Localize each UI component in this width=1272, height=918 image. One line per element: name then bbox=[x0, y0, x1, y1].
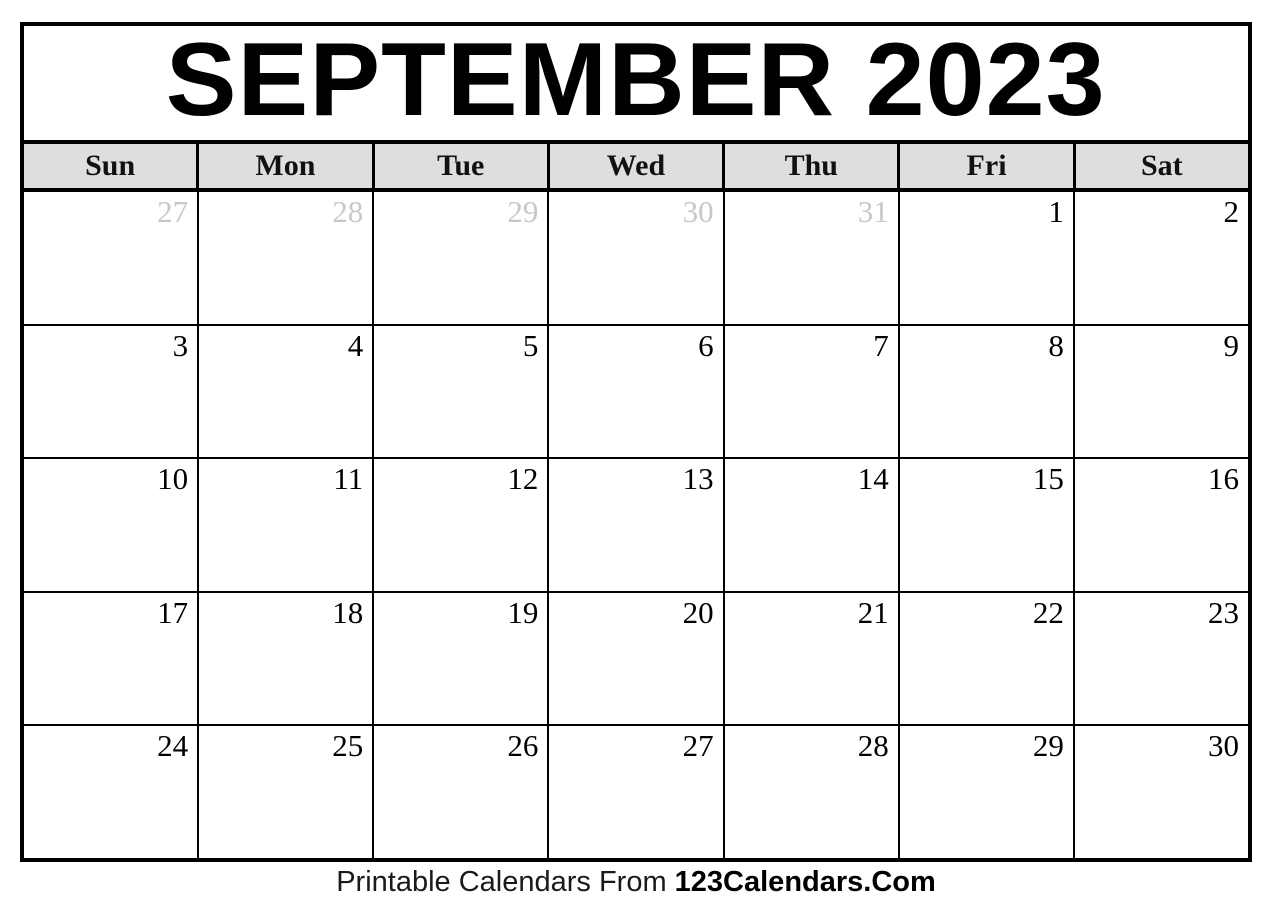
day-number: 28 bbox=[857, 728, 889, 764]
day-cell[interactable]: 25 bbox=[199, 726, 375, 858]
day-cell[interactable]: 4 bbox=[199, 325, 375, 458]
day-number: 4 bbox=[347, 327, 364, 363]
day-number: 31 bbox=[857, 194, 889, 229]
calendar-page: SEPTEMBER 2023 Sun Mon Tue Wed Thu Fri S… bbox=[0, 0, 1272, 918]
day-number: 13 bbox=[682, 461, 714, 497]
day-number: 21 bbox=[857, 594, 889, 630]
day-number: 10 bbox=[157, 461, 189, 497]
day-cell[interactable]: 28 bbox=[199, 192, 375, 324]
weekday-header-label: Mon bbox=[255, 149, 316, 182]
day-cell[interactable]: 18 bbox=[199, 592, 375, 725]
day-number: 30 bbox=[1207, 728, 1239, 764]
day-cell[interactable]: 20 bbox=[549, 592, 725, 725]
footer-credit: Printable Calendars From 123Calendars.Co… bbox=[0, 866, 1272, 899]
day-number: 27 bbox=[157, 194, 189, 229]
weekday-header-label: Tue bbox=[437, 149, 485, 182]
day-number: 18 bbox=[332, 594, 364, 630]
day-number: 5 bbox=[522, 327, 539, 363]
day-cell[interactable]: 22 bbox=[899, 592, 1075, 725]
weekday-header-row: Sun Mon Tue Wed Thu Fri Sat bbox=[24, 144, 1248, 192]
weekday-header-tue: Tue bbox=[374, 144, 550, 188]
day-number: 29 bbox=[507, 194, 539, 229]
day-cell[interactable]: 28 bbox=[724, 726, 900, 858]
day-number: 11 bbox=[333, 461, 364, 497]
day-number: 3 bbox=[172, 327, 189, 363]
footer-brand-link[interactable]: 123Calendars.Com bbox=[675, 866, 936, 898]
calendar-title-band: SEPTEMBER 2023 bbox=[24, 26, 1248, 144]
day-cell[interactable]: 26 bbox=[374, 726, 550, 858]
day-cell[interactable]: 21 bbox=[724, 592, 900, 725]
day-cell[interactable]: 29 bbox=[899, 726, 1075, 858]
footer-prefix-text: Printable Calendars From bbox=[336, 866, 675, 898]
day-cell[interactable]: 17 bbox=[24, 592, 200, 725]
calendar-frame: SEPTEMBER 2023 Sun Mon Tue Wed Thu Fri S… bbox=[20, 22, 1252, 862]
day-cell[interactable]: 23 bbox=[1074, 592, 1248, 725]
day-cell[interactable]: 12 bbox=[374, 459, 550, 591]
day-number: 2 bbox=[1223, 194, 1239, 229]
weekday-header-label: Fri bbox=[966, 149, 1007, 182]
day-cell[interactable]: 3 bbox=[24, 325, 200, 458]
day-number: 9 bbox=[1223, 327, 1239, 363]
day-number: 23 bbox=[1207, 594, 1239, 630]
weekday-header-label: Thu bbox=[784, 149, 838, 182]
day-number: 12 bbox=[507, 461, 539, 497]
day-cell[interactable]: 2 bbox=[1074, 192, 1248, 324]
day-number: 27 bbox=[682, 728, 714, 764]
day-cell[interactable]: 6 bbox=[549, 325, 725, 458]
weekday-header-label: Sat bbox=[1140, 149, 1183, 182]
day-number: 30 bbox=[682, 194, 714, 229]
day-number: 8 bbox=[1048, 327, 1064, 363]
weekday-header-wed: Wed bbox=[549, 144, 726, 188]
day-number: 29 bbox=[1032, 728, 1064, 764]
day-cell[interactable]: 27 bbox=[549, 726, 725, 858]
weekday-header-label: Wed bbox=[606, 149, 666, 182]
day-cell[interactable]: 5 bbox=[374, 325, 550, 458]
day-number: 1 bbox=[1048, 194, 1064, 229]
day-cell[interactable]: 10 bbox=[24, 459, 200, 591]
day-cell[interactable]: 8 bbox=[899, 325, 1075, 458]
day-cell[interactable]: 19 bbox=[374, 592, 550, 725]
day-cell[interactable]: 14 bbox=[724, 459, 900, 591]
day-cell[interactable]: 31 bbox=[724, 192, 900, 324]
week-row: 27 28 29 30 31 1 2 bbox=[24, 192, 1248, 326]
day-cell[interactable]: 29 bbox=[374, 192, 550, 324]
day-cell[interactable]: 16 bbox=[1074, 459, 1248, 591]
week-row: 17 18 19 20 21 22 23 bbox=[24, 592, 1248, 727]
weekday-header-fri: Fri bbox=[900, 144, 1076, 188]
weekday-header-label: Sun bbox=[85, 149, 136, 182]
day-cell[interactable]: 30 bbox=[1074, 726, 1248, 858]
day-number: 7 bbox=[873, 327, 889, 363]
weekday-header-thu: Thu bbox=[725, 144, 901, 188]
page-title: SEPTEMBER 2023 bbox=[166, 26, 1106, 138]
day-number: 20 bbox=[682, 594, 714, 630]
weekday-header-sat: Sat bbox=[1075, 144, 1248, 188]
day-number: 14 bbox=[857, 461, 889, 497]
day-cell[interactable]: 9 bbox=[1074, 325, 1248, 458]
day-number: 15 bbox=[1032, 461, 1064, 497]
day-number: 22 bbox=[1032, 594, 1064, 630]
day-cell[interactable]: 11 bbox=[199, 459, 375, 591]
day-cell[interactable]: 15 bbox=[899, 459, 1075, 591]
week-row: 3 4 5 6 7 8 9 bbox=[24, 325, 1248, 460]
day-number: 24 bbox=[157, 728, 189, 764]
day-number: 16 bbox=[1207, 461, 1239, 497]
day-number: 26 bbox=[507, 728, 539, 764]
calendar-weeks-grid: 27 28 29 30 31 1 2 3 4 5 6 7 8 9 10 11 1… bbox=[24, 192, 1248, 858]
day-cell[interactable]: 27 bbox=[24, 192, 200, 324]
day-number: 6 bbox=[698, 327, 714, 363]
weekday-header-sun: Sun bbox=[24, 144, 200, 188]
day-cell[interactable]: 24 bbox=[24, 726, 200, 858]
week-row: 24 25 26 27 28 29 30 bbox=[24, 726, 1248, 858]
day-cell[interactable]: 13 bbox=[549, 459, 725, 591]
day-cell[interactable]: 7 bbox=[724, 325, 900, 458]
day-cell[interactable]: 30 bbox=[549, 192, 725, 324]
day-number: 28 bbox=[332, 194, 364, 229]
day-number: 17 bbox=[157, 594, 189, 630]
week-row: 10 11 12 13 14 15 16 bbox=[24, 459, 1248, 593]
day-cell[interactable]: 1 bbox=[899, 192, 1075, 324]
day-number: 19 bbox=[507, 594, 539, 630]
day-number: 25 bbox=[332, 728, 364, 764]
weekday-header-mon: Mon bbox=[199, 144, 375, 188]
